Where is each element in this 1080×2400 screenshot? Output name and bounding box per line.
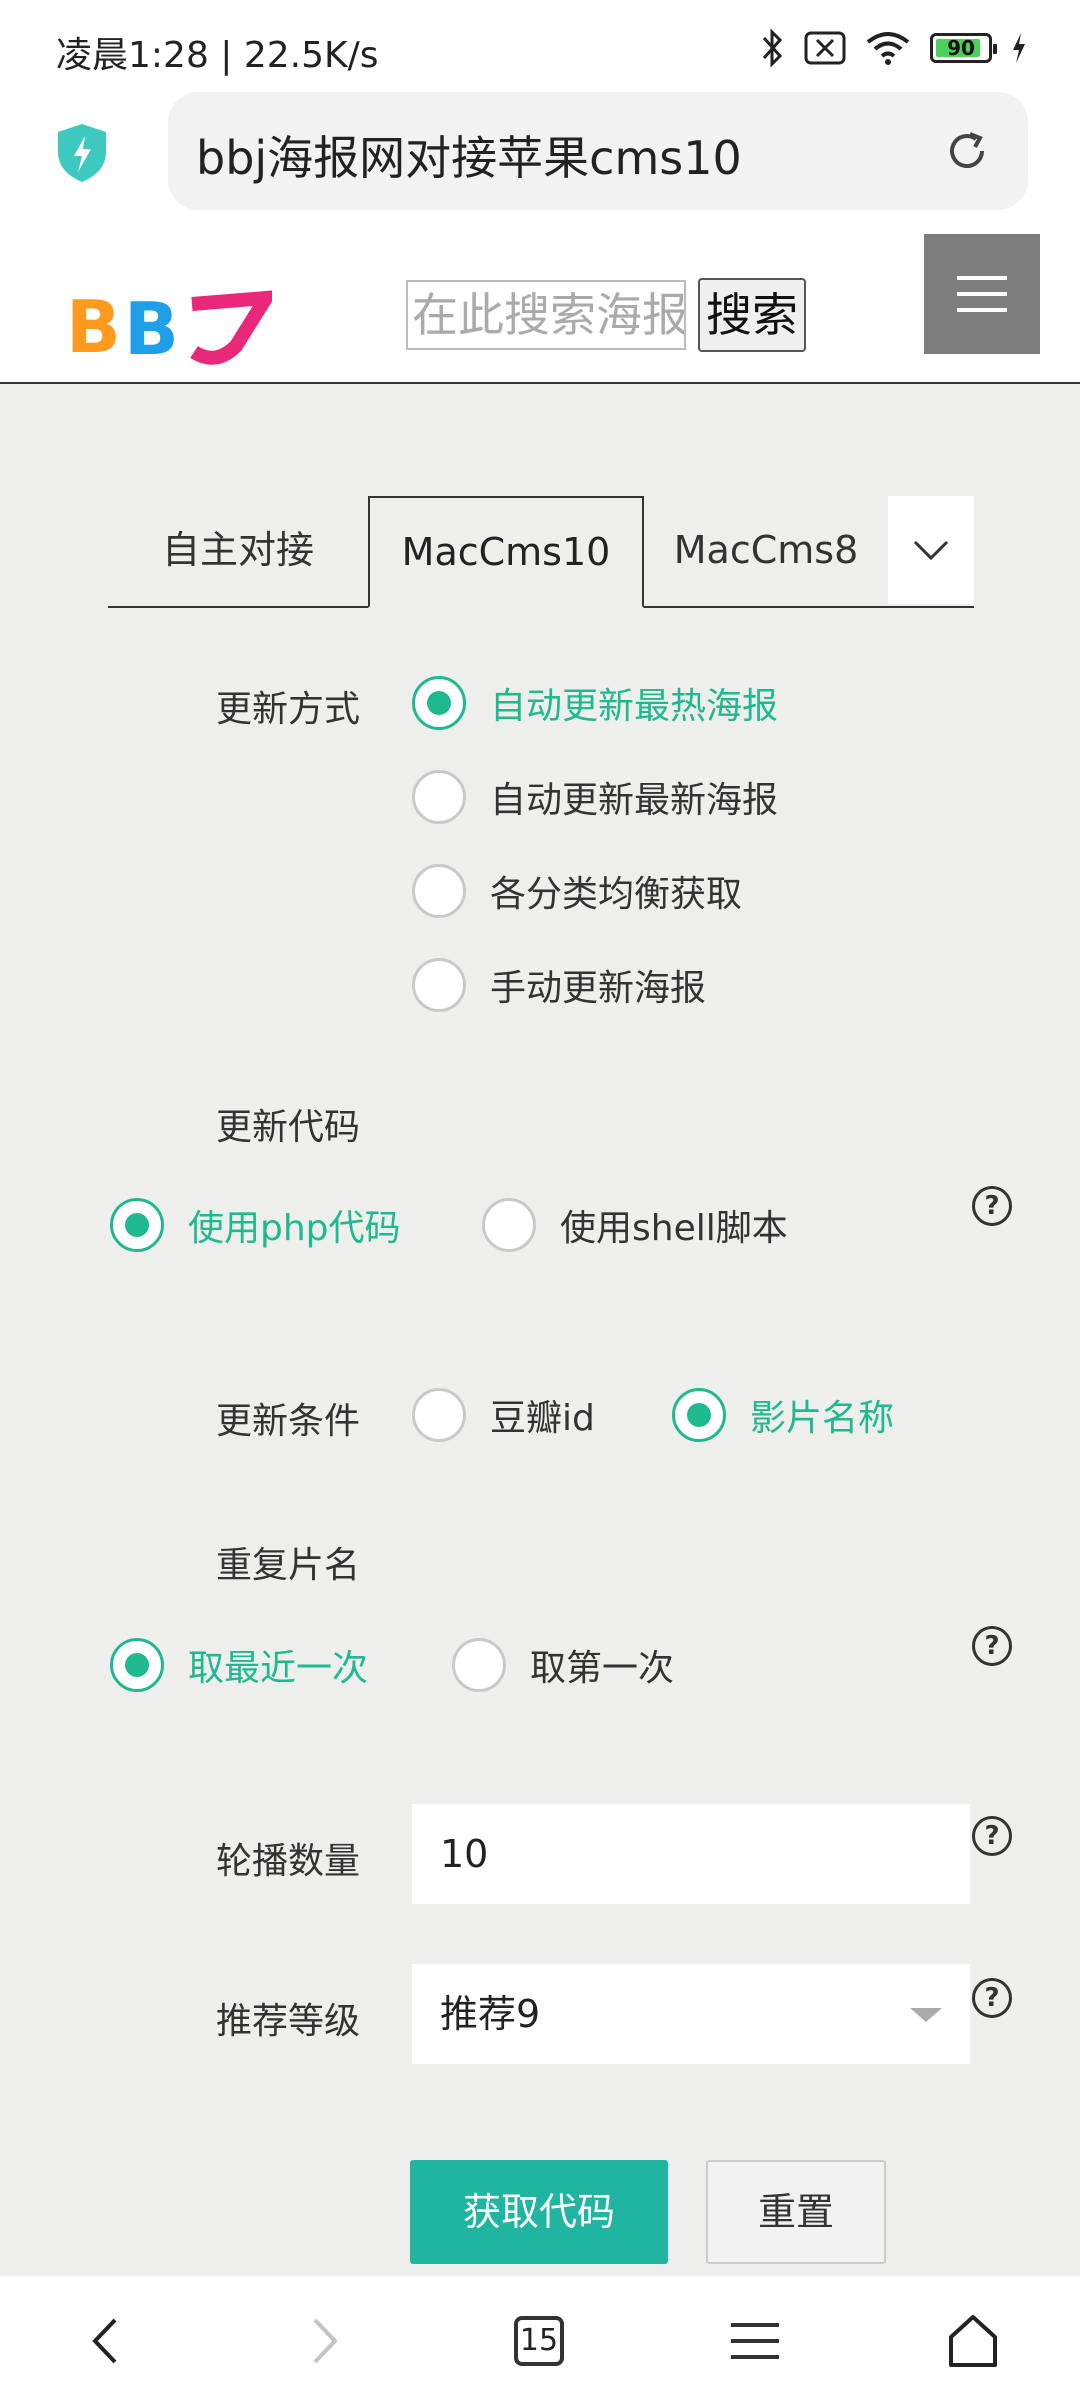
forward-button[interactable] — [290, 2306, 360, 2376]
back-button[interactable] — [70, 2306, 140, 2376]
update-condition-label: 更新条件 — [216, 1401, 361, 1442]
radio-unchecked[interactable] — [412, 1388, 466, 1442]
update-mode-option[interactable]: 手动更新海报 — [412, 958, 706, 1012]
status-icons: 90 — [760, 28, 1028, 68]
recommend-level-select[interactable]: 推荐9 — [412, 1964, 970, 2064]
menu-button[interactable] — [924, 234, 1040, 354]
radio-label: 手动更新海报 — [490, 968, 707, 1009]
browser-bottom-nav: 15 — [0, 2276, 1080, 2400]
reset-button[interactable]: 重置 — [706, 2160, 886, 2264]
browser-address-bar: bbj海报网对接苹果cms10 — [0, 92, 1080, 234]
menu-line — [957, 308, 1007, 312]
tab-maccms8[interactable]: MacCms8 — [644, 496, 888, 606]
radio-label: 取第一次 — [530, 1648, 675, 1689]
tabs-button[interactable]: 15 — [504, 2306, 574, 2376]
home-button[interactable] — [938, 2306, 1008, 2376]
update-code-label: 更新代码 — [216, 1107, 361, 1148]
radio-label: 豆瓣id — [490, 1398, 595, 1439]
duplicate-title-option[interactable]: 取最近一次 — [110, 1638, 368, 1692]
wifi-icon — [866, 32, 910, 65]
radio-unchecked[interactable] — [412, 770, 466, 824]
radio-label: 使用shell脚本 — [560, 1208, 788, 1249]
radio-label: 自动更新最热海报 — [490, 686, 779, 727]
duplicate-title-option[interactable]: 取第一次 — [452, 1638, 674, 1692]
site-header: B B 在此搜索海报 搜索 — [0, 234, 1080, 384]
shield-icon[interactable] — [54, 122, 110, 184]
update-mode-option[interactable]: 自动更新最新海报 — [412, 770, 778, 824]
chevron-down-icon — [913, 540, 949, 561]
update-mode-option[interactable]: 自动更新最热海报 — [412, 676, 778, 730]
update-mode-option[interactable]: 各分类均衡获取 — [412, 864, 742, 918]
back-arrow-icon — [92, 2318, 117, 2364]
radio-label: 使用php代码 — [188, 1208, 401, 1249]
url-field[interactable]: bbj海报网对接苹果cms10 — [168, 92, 1028, 210]
radio-checked[interactable] — [110, 1198, 164, 1252]
radio-label: 取最近一次 — [188, 1648, 369, 1689]
search-button[interactable]: 搜索 — [698, 278, 806, 352]
radio-checked[interactable] — [672, 1388, 726, 1442]
help-icon[interactable]: ? — [972, 1978, 1012, 2018]
tab-maccms10[interactable]: MacCms10 — [368, 496, 644, 608]
radio-label: 各分类均衡获取 — [490, 874, 743, 915]
svg-text:B: B — [66, 286, 121, 366]
hamburger-icon — [731, 2323, 779, 2359]
status-time: 凌晨1:28 | 22.5K/s — [56, 35, 379, 76]
update-condition-option[interactable]: 影片名称 — [672, 1388, 894, 1442]
duplicate-title-label: 重复片名 — [216, 1545, 361, 1586]
url-text: bbj海报网对接苹果cms10 — [196, 131, 742, 185]
svg-text:B: B — [124, 287, 179, 366]
forward-arrow-icon — [313, 2318, 338, 2364]
update-mode-label: 更新方式 — [216, 689, 361, 730]
bbj-logo[interactable]: B B — [66, 286, 272, 366]
recommend-level-label: 推荐等级 — [216, 2001, 361, 2042]
status-bar: 凌晨1:28 | 22.5K/s 90 — [0, 0, 1080, 92]
carousel-count-input[interactable]: 10 — [412, 1804, 970, 1904]
update-code-option[interactable]: 使用shell脚本 — [482, 1198, 788, 1252]
dropdown-caret-icon — [910, 2008, 942, 2022]
help-icon[interactable]: ? — [972, 1816, 1012, 1856]
radio-unchecked[interactable] — [452, 1638, 506, 1692]
bluetooth-icon — [762, 28, 783, 68]
get-code-button[interactable]: 获取代码 — [410, 2160, 668, 2264]
menu-line — [957, 292, 1007, 296]
update-condition-option[interactable]: 豆瓣id — [412, 1388, 595, 1442]
menu-line — [957, 276, 1007, 280]
tabs-more-button[interactable] — [888, 496, 974, 604]
recommend-level-value: 推荐9 — [440, 1992, 541, 2036]
radio-checked[interactable] — [110, 1638, 164, 1692]
radio-label: 自动更新最新海报 — [490, 780, 779, 821]
charging-icon — [1013, 33, 1025, 63]
cms-tabs: 自主对接 MacCms10 MacCms8 — [108, 496, 974, 608]
tab-self-integration[interactable]: 自主对接 — [108, 496, 368, 606]
poster-search-input[interactable]: 在此搜索海报 — [406, 280, 686, 350]
reload-icon[interactable] — [942, 126, 992, 176]
radio-unchecked[interactable] — [412, 958, 466, 1012]
radio-unchecked[interactable] — [412, 864, 466, 918]
update-code-option[interactable]: 使用php代码 — [110, 1198, 401, 1252]
radio-label: 影片名称 — [750, 1398, 895, 1439]
no-sim-icon — [804, 31, 846, 65]
battery-indicator: 90 — [930, 33, 997, 63]
help-icon[interactable]: ? — [972, 1626, 1012, 1666]
radio-unchecked[interactable] — [482, 1198, 536, 1252]
battery-level: 90 — [947, 36, 975, 60]
browser-menu-button[interactable] — [720, 2306, 790, 2376]
help-icon[interactable]: ? — [972, 1186, 1012, 1226]
radio-checked[interactable] — [412, 676, 466, 730]
tab-count: 15 — [514, 2316, 564, 2366]
home-icon — [949, 2315, 997, 2367]
carousel-count-label: 轮播数量 — [216, 1841, 361, 1882]
